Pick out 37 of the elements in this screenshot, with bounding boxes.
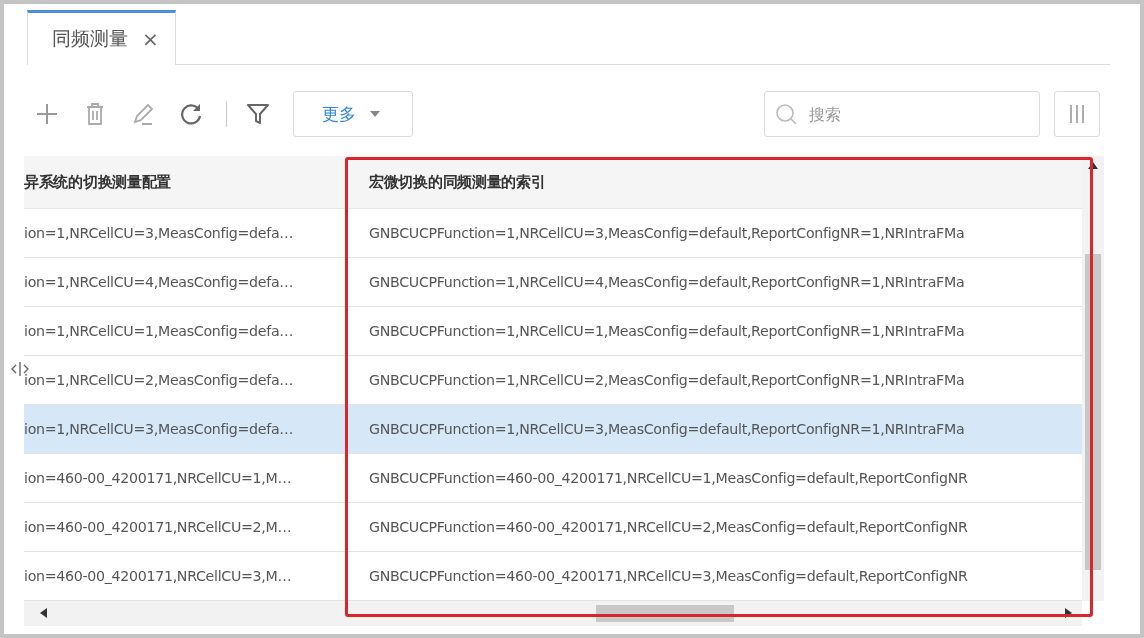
table-cell-text: ion=1,NRCellCU=3,MeasConfig=defa… [24,225,295,241]
add-icon[interactable] [34,101,60,127]
table-cell-text: GNBCUCPFunction=1,NRCellCU=3,MeasConfig=default,ReportConfigNR=1,NRIntraFMa [368,421,966,437]
table-row[interactable]: ion=1,NRCellCU=1,MeasConfig=defa… GNBCUCPFunction=1,NRCellCU=1,MeasConfig=default,ReportConfigNR=1,NRIntraFMa [24,307,1082,356]
table-cell-text: GNBCUCPFunction=460-00_4200171,NRCellCU=2,MeasConfig=default,ReportConfigNR [368,519,969,535]
table-row[interactable]: ion=1,NRCellCU=4,MeasConfig=defa… GNBCUCPFunction=1,NRCellCU=4,MeasConfig=default,ReportConfigNR=1,NRIntraFMa [24,258,1082,307]
table-row[interactable]: ion=1,NRCellCU=3,MeasConfig=defa… GNBCUCPFunction=1,NRCellCU=3,MeasConfig=default,ReportConfigNR=1,NRIntraFMa [24,405,1082,454]
caret-icon [370,111,380,117]
left-arrow-icon[interactable] [40,608,47,618]
horizontal-scrollbar[interactable] [24,601,1082,626]
table-cell-text: GNBCUCPFunction=1,NRCellCU=4,MeasConfig=default,ReportConfigNR=1,NRIntraFMa [368,274,966,290]
search-field[interactable]: 搜索 [764,91,1040,137]
table-cell-text: GNBCUCPFunction=460-00_4200171,NRCellCU=1,MeasConfig=default,ReportConfigNR [368,470,969,486]
close-icon[interactable]: × [142,27,159,51]
table-cell-text: ion=460-00_4200171,NRCellCU=2,M… [24,519,293,535]
up-arrow-icon[interactable] [1088,162,1098,169]
table-row[interactable]: ion=1,NRCellCU=3,MeasConfig=defa… GNBCUCPFunction=1,NRCellCU=3,MeasConfig=default,ReportConfigNR=1,NRIntraFMa [24,209,1082,258]
table-row[interactable]: ion=460-00_4200171,NRCellCU=1,M… GNBCUCPFunction=460-00_4200171,NRCellCU=1,MeasConfig=default,ReportConfigNR [24,454,1082,503]
table-cell-text: ion=460-00_4200171,NRCellCU=3,M… [24,568,293,584]
table-cell-text: GNBCUCPFunction=1,NRCellCU=2,MeasConfig=default,ReportConfigNR=1,NRIntraFMa [368,372,966,388]
table-cell-text: ion=1,NRCellCU=2,MeasConfig=defa… [24,372,295,388]
column-header[interactable]: 宏微切换的同频测量的索引 [349,172,1082,192]
table-cell-text: GNBCUCPFunction=1,NRCellCU=3,MeasConfig=default,ReportConfigNR=1,NRIntraFMa [368,225,966,241]
table-cell-text: GNBCUCPFunction=460-00_4200171,NRCellCU=3,MeasConfig=default,ReportConfigNR [368,568,969,584]
more-button[interactable]: 更多 [293,91,413,137]
filter-icon[interactable] [245,101,271,127]
table-cell-text: ion=1,NRCellCU=1,MeasConfig=defa… [24,323,295,339]
table-cell-text: GNBCUCPFunction=1,NRCellCU=1,MeasConfig=default,ReportConfigNR=1,NRIntraFMa [368,323,966,339]
table-cell-text: ion=1,NRCellCU=3,MeasConfig=defa… [24,421,295,437]
table-cell-text: ion=1,NRCellCU=4,MeasConfig=defa… [24,274,295,290]
column-header[interactable]: 异系统的切换测量配置 [24,172,349,192]
table-cell-text: ion=460-00_4200171,NRCellCU=1,M… [24,470,293,486]
tab[interactable]: 同频测量 × [27,10,176,65]
table-row[interactable]: ion=460-00_4200171,NRCellCU=2,M… GNBCUCPFunction=460-00_4200171,NRCellCU=2,MeasConfig=default,ReportConfigNR [24,503,1082,552]
columns-icon [1068,104,1086,124]
refresh-icon[interactable] [178,101,204,127]
right-arrow-icon[interactable] [1065,608,1072,618]
